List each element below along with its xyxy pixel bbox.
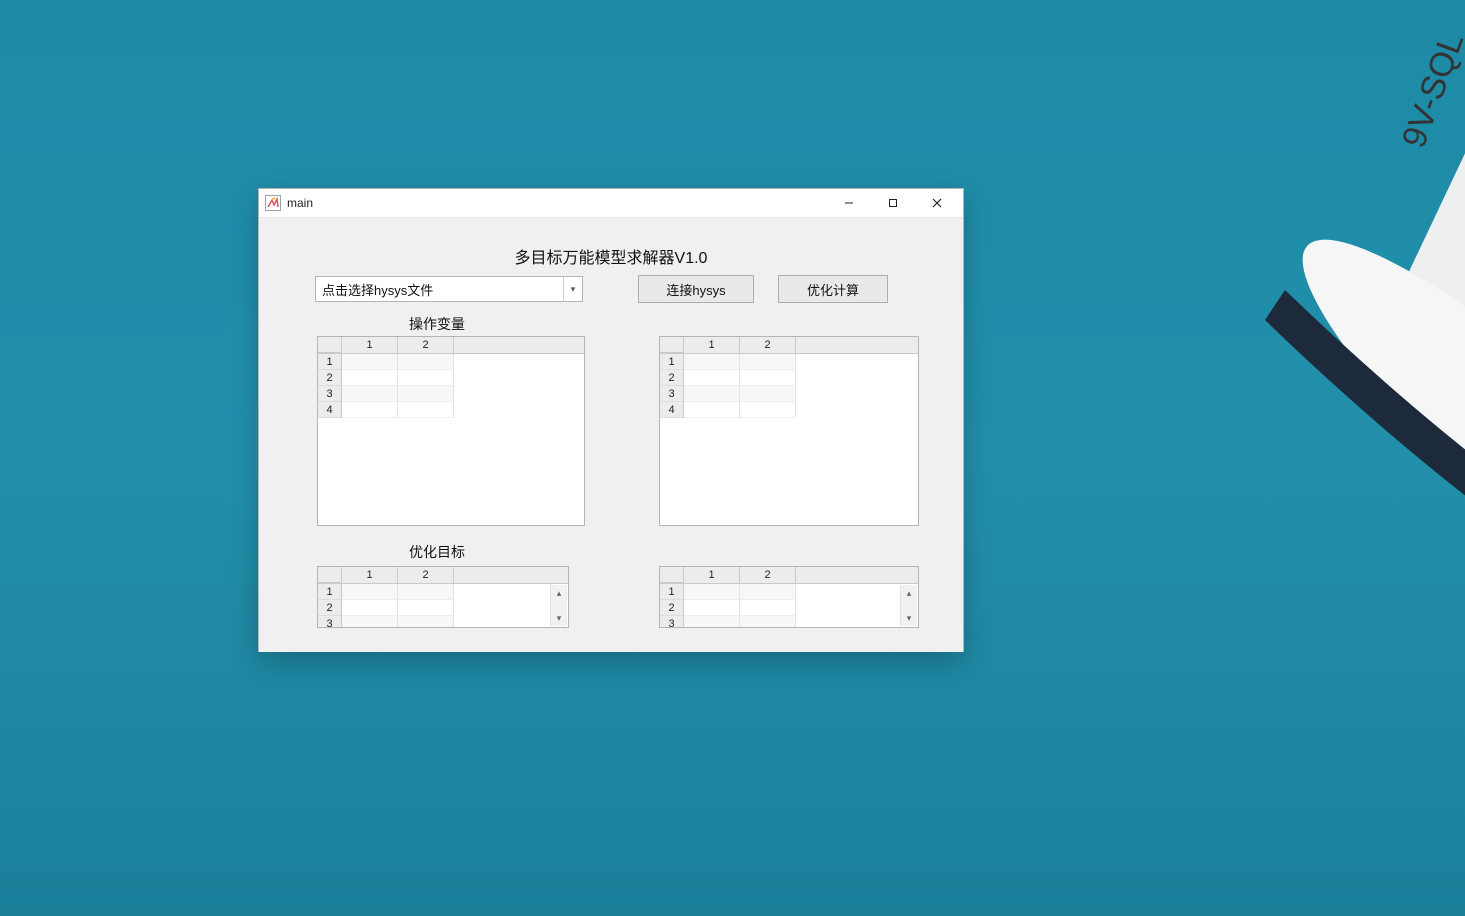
row-header[interactable]: 4 [660, 402, 684, 418]
table-cell[interactable] [342, 370, 398, 386]
table-cell[interactable] [342, 402, 398, 418]
matlab-icon [265, 195, 281, 211]
minimize-button[interactable] [827, 189, 871, 217]
table-cell[interactable] [684, 402, 740, 418]
dropdown-selected-text: 点击选择hysys文件 [316, 280, 563, 299]
table-cell[interactable] [740, 600, 796, 616]
client-area: 多目标万能模型求解器V1.0 点击选择hysys文件 ▾ 连接hysys 优化计… [259, 218, 963, 652]
table-corner [318, 337, 342, 353]
scroll-down-icon[interactable]: ▾ [901, 610, 917, 626]
row-header[interactable]: 2 [660, 370, 684, 386]
titlebar[interactable]: main [259, 189, 963, 218]
desktop: 9V-SQL main 多目 [0, 0, 1465, 916]
row-header[interactable]: 3 [318, 616, 342, 628]
col-header[interactable]: 1 [342, 337, 398, 353]
plane-registration-text: 9V-SQL [1395, 28, 1465, 153]
table-cell[interactable] [342, 616, 398, 628]
row-header[interactable]: 2 [318, 600, 342, 616]
scroll-down-icon[interactable]: ▾ [551, 610, 567, 626]
table-cell[interactable] [342, 600, 398, 616]
table-cell[interactable] [342, 584, 398, 600]
table-cell[interactable] [398, 370, 454, 386]
table-cell[interactable] [398, 386, 454, 402]
optimization-targets-table-left[interactable]: 1 2 1 2 3 ▴ ▾ [317, 566, 569, 628]
row-header[interactable]: 3 [660, 386, 684, 402]
row-header[interactable]: 1 [660, 354, 684, 370]
table-cell[interactable] [740, 402, 796, 418]
table-cell[interactable] [684, 600, 740, 616]
table-cell[interactable] [740, 354, 796, 370]
table-cell[interactable] [740, 370, 796, 386]
col-header[interactable]: 2 [740, 567, 796, 583]
maximize-button[interactable] [871, 189, 915, 217]
row-header[interactable]: 4 [318, 402, 342, 418]
optimization-targets-table-right[interactable]: 1 2 1 2 3 ▴ ▾ [659, 566, 919, 628]
table-cell[interactable] [684, 354, 740, 370]
row-header[interactable]: 3 [318, 386, 342, 402]
window-title: main [287, 196, 313, 210]
table-cell[interactable] [684, 584, 740, 600]
connect-button-label: 连接hysys [666, 280, 725, 299]
table-cell[interactable] [740, 584, 796, 600]
table-cell[interactable] [398, 354, 454, 370]
app-heading: 多目标万能模型求解器V1.0 [259, 244, 963, 268]
col-header[interactable]: 2 [398, 567, 454, 583]
scroll-up-icon[interactable]: ▴ [551, 585, 567, 601]
table-cell[interactable] [398, 584, 454, 600]
connect-hysys-button[interactable]: 连接hysys [638, 275, 754, 303]
col-header[interactable]: 1 [684, 337, 740, 353]
col-header[interactable]: 2 [740, 337, 796, 353]
table-cell[interactable] [398, 616, 454, 628]
row-header[interactable]: 2 [660, 600, 684, 616]
row-header[interactable]: 2 [318, 370, 342, 386]
row-header[interactable]: 3 [660, 616, 684, 628]
hysys-file-dropdown[interactable]: 点击选择hysys文件 ▾ [315, 276, 583, 302]
optimize-button-label: 优化计算 [807, 280, 859, 299]
col-header[interactable]: 1 [342, 567, 398, 583]
table-cell[interactable] [740, 386, 796, 402]
table-cell[interactable] [684, 386, 740, 402]
table-cell[interactable] [740, 616, 796, 628]
vertical-scrollbar[interactable]: ▴ ▾ [550, 585, 567, 626]
table-cell[interactable] [684, 616, 740, 628]
table-cell[interactable] [398, 600, 454, 616]
table-cell[interactable] [342, 354, 398, 370]
col-header[interactable]: 2 [398, 337, 454, 353]
close-button[interactable] [915, 189, 959, 217]
optimize-button[interactable]: 优化计算 [778, 275, 888, 303]
table-corner [660, 567, 684, 583]
app-window: main 多目标万能模型求解器V1.0 点击选择hysys文件 ▾ 连接hysy… [258, 188, 964, 652]
row-header[interactable]: 1 [318, 584, 342, 600]
row-header[interactable]: 1 [660, 584, 684, 600]
scroll-up-icon[interactable]: ▴ [901, 585, 917, 601]
table-corner [660, 337, 684, 353]
vertical-scrollbar[interactable]: ▴ ▾ [900, 585, 917, 626]
row-header[interactable]: 1 [318, 354, 342, 370]
operation-variables-table-right[interactable]: 1 2 1 2 3 4 [659, 336, 919, 526]
table-cell[interactable] [684, 370, 740, 386]
table-cell[interactable] [342, 386, 398, 402]
optimization-targets-label: 优化目标 [409, 542, 465, 562]
col-header[interactable]: 1 [684, 567, 740, 583]
operation-variables-table-left[interactable]: 1 2 1 2 3 4 [317, 336, 585, 526]
table-cell[interactable] [398, 402, 454, 418]
operation-variables-label: 操作变量 [409, 314, 465, 334]
table-corner [318, 567, 342, 583]
chevron-down-icon: ▾ [563, 277, 582, 301]
